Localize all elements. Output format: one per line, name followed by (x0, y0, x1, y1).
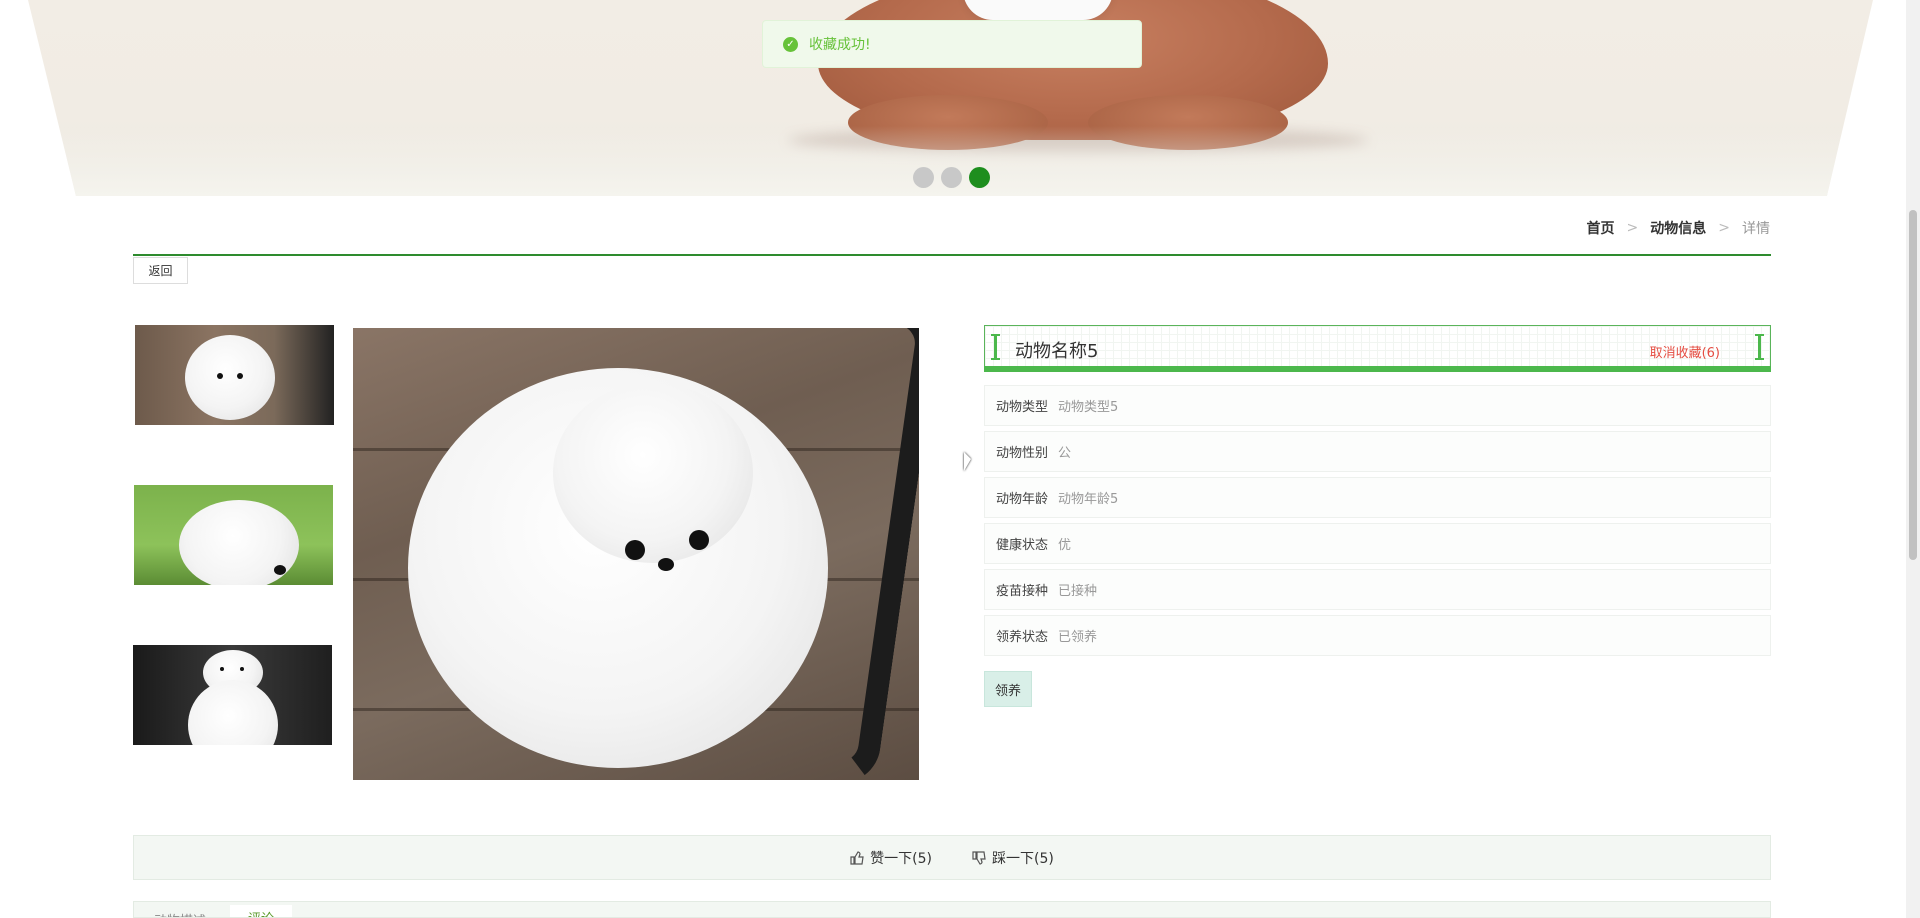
info-row: 健康状态 优 (984, 523, 1771, 564)
info-value: 优 (1058, 538, 1072, 553)
page-scrollbar[interactable] (1906, 0, 1920, 918)
breadcrumb-home[interactable]: 首页 (1587, 218, 1615, 238)
vote-bar: 赞一下(5) 踩一下(5) (133, 835, 1771, 880)
success-toast: ✓ 收藏成功! (762, 20, 1142, 68)
scrollbar-thumb[interactable] (1909, 210, 1917, 560)
breadcrumb-current: 详情 (1742, 221, 1770, 237)
dog-head (553, 383, 753, 563)
section-divider (133, 254, 1771, 256)
breadcrumb-separator: > (1626, 220, 1639, 236)
dislike-label: 踩一下(5) (992, 850, 1054, 867)
dog-nose (658, 558, 674, 571)
breadcrumb-separator: > (1718, 220, 1730, 236)
tab-description[interactable]: 动物描述 (154, 910, 206, 917)
thumbnail-image[interactable] (133, 645, 332, 745)
info-label: 动物年龄 (996, 492, 1049, 507)
adopt-button[interactable]: 领养 (984, 671, 1032, 707)
info-value: 公 (1058, 446, 1072, 461)
like-button[interactable]: 赞一下(5) (850, 848, 932, 868)
thumbnail-eye (237, 373, 243, 379)
dislike-button[interactable]: 踩一下(5) (972, 848, 1054, 868)
dog-eye (689, 530, 709, 550)
info-value: 动物年龄5 (1058, 492, 1119, 507)
thumbnail-eye (240, 667, 244, 671)
info-value: 已接种 (1058, 584, 1098, 599)
thumbnail-ermine-body (188, 680, 278, 745)
info-value: 动物类型5 (1058, 400, 1119, 415)
back-button[interactable]: 返回 (133, 257, 188, 284)
animal-name: 动物名称5 (1015, 341, 1099, 362)
carousel-indicators (913, 167, 990, 188)
mouse-cursor (964, 452, 971, 471)
dog-eye (625, 540, 645, 560)
carousel-dot[interactable] (913, 167, 934, 188)
unfavorite-button[interactable]: 取消收藏(6) (1650, 342, 1720, 361)
toast-message: 收藏成功! (809, 37, 871, 53)
info-row: 动物年龄 动物年龄5 (984, 477, 1771, 518)
thumbnail-dog (185, 335, 275, 420)
info-label: 动物类型 (996, 400, 1049, 415)
info-row: 动物类型 动物类型5 (984, 385, 1771, 426)
title-underline (984, 366, 1771, 372)
thumbs-up-icon (850, 850, 864, 865)
carousel-dot-active[interactable] (969, 167, 990, 188)
main-animal-image (353, 328, 919, 780)
detail-tabs: 动物描述 评论 (133, 901, 1771, 918)
thumbnail-image[interactable] (134, 485, 333, 585)
info-label: 领养状态 (996, 630, 1049, 645)
carousel-dot[interactable] (941, 167, 962, 188)
check-circle-icon: ✓ (783, 36, 798, 52)
breadcrumb-section[interactable]: 动物信息 (1650, 218, 1706, 238)
thumbnail-image[interactable] (135, 325, 334, 425)
thumbnail-eye (217, 373, 223, 379)
info-label: 健康状态 (996, 538, 1049, 553)
thumbnail-eye (274, 565, 286, 575)
like-label: 赞一下(5) (870, 850, 932, 867)
thumbnail-eye (220, 667, 224, 671)
info-row: 动物性别 公 (984, 431, 1771, 472)
banner-dog-bow (963, 0, 1113, 20)
info-row: 疫苗接种 已接种 (984, 569, 1771, 610)
breadcrumb: 首页 > 动物信息 > 详情 (1587, 218, 1770, 238)
pin-icon (991, 334, 1000, 360)
tab-comments[interactable]: 评论 (230, 905, 293, 917)
thumbs-down-icon (972, 850, 986, 865)
info-row: 领养状态 已领养 (984, 615, 1771, 656)
pin-icon (1755, 334, 1764, 360)
info-label: 动物性别 (996, 446, 1049, 461)
info-label: 疫苗接种 (996, 584, 1049, 599)
animal-title-box: 动物名称5 取消收藏(6) (984, 325, 1771, 372)
info-value: 已领养 (1058, 630, 1098, 645)
